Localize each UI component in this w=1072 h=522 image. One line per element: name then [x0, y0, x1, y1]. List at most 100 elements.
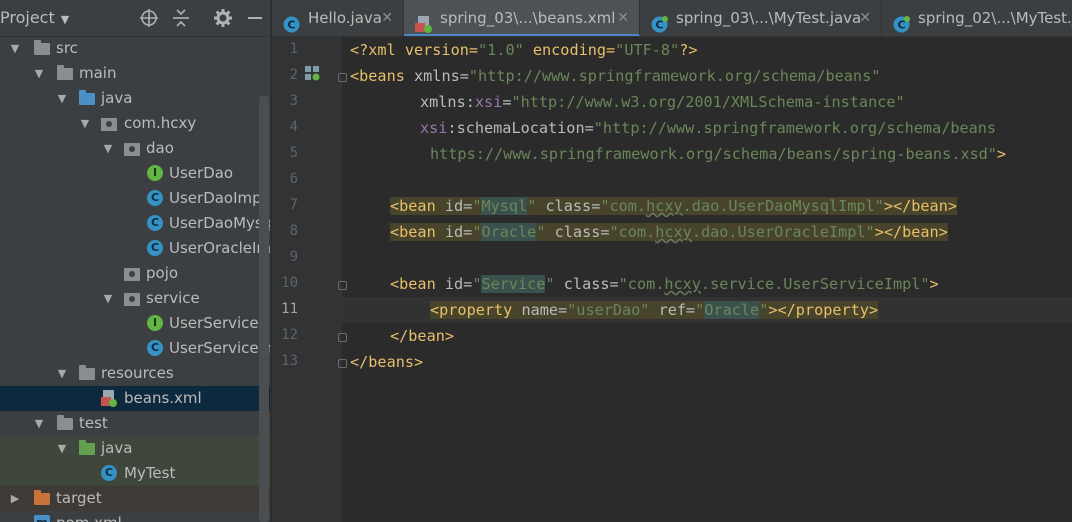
token: ref=	[649, 301, 696, 319]
xml-file-icon	[415, 10, 432, 33]
token: <?xml version=	[350, 41, 479, 59]
tree-node-mytest[interactable]: C MyTest	[0, 461, 270, 486]
token: ?>	[679, 41, 698, 59]
tree-node-label: pojo	[146, 264, 179, 282]
token: Mysql	[481, 197, 528, 215]
chevron-down-icon[interactable]: ▼	[32, 411, 46, 436]
svg-text:C: C	[897, 19, 905, 32]
tree-node-userdaomysql[interactable]: C UserDaoMysq	[0, 211, 271, 236]
code-area[interactable]: <?xml version="1.0" encoding="UTF-8"?> <…	[342, 37, 1072, 522]
tree-node-label: UserDaoMysq	[169, 214, 271, 232]
chevron-down-icon[interactable]: ▼	[78, 111, 92, 136]
tree-node-userservice[interactable]: I UserService	[0, 311, 270, 336]
chevron-down-icon[interactable]: ▼	[101, 286, 115, 311]
chevron-down-icon[interactable]: ▼	[55, 436, 69, 461]
token: hcxy	[646, 197, 683, 215]
code-line-12: </bean>	[342, 323, 1072, 349]
tree-node-userserviceimpl[interactable]: C UserServiceIm	[0, 336, 271, 361]
project-scrollbar[interactable]	[259, 96, 269, 522]
tree-node-src[interactable]: ▼ src	[0, 36, 270, 61]
code-line-2: <beans xmlns="http://www.springframework…	[342, 63, 1072, 89]
tree-node-label: MyTest	[124, 464, 176, 482]
gear-icon[interactable]	[213, 8, 233, 28]
xml-file-icon	[101, 390, 117, 407]
line-number: 13	[281, 353, 298, 369]
token: "http://www.springframework.org/schema/b…	[593, 119, 997, 137]
token: ></bean>	[874, 223, 948, 241]
tree-node-service[interactable]: ▼ service	[0, 286, 270, 311]
token: Service	[481, 275, 546, 293]
tree-node-label: java	[101, 439, 133, 457]
token: <bean	[390, 223, 445, 241]
spring-bean-gutter-icon[interactable]	[305, 66, 320, 81]
project-view-selector[interactable]: Project ▼	[0, 8, 69, 27]
code-line-5: https://www.springframework.org/schema/b…	[342, 141, 1072, 167]
svg-text:C: C	[287, 19, 295, 32]
test-class-icon: C	[651, 10, 668, 33]
token: xsi	[420, 119, 448, 137]
code-editor[interactable]: 1 2 3 4 5 6 7 8 9 10 11 12 13 <?xml vers…	[272, 37, 1072, 522]
token: <beans	[350, 67, 415, 85]
token: class=	[545, 197, 601, 215]
token: https://www.springframework.org/schema/b…	[430, 145, 997, 163]
code-line-8: <bean id="Oracle" class="com.hcxy.dao.Us…	[342, 219, 1072, 245]
tree-node-label: service	[146, 289, 200, 307]
tree-node-userdao[interactable]: I UserDao	[0, 161, 270, 186]
collapse-all-icon[interactable]	[171, 8, 191, 28]
minimize-icon[interactable]	[245, 8, 265, 28]
excluded-folder-icon	[34, 490, 50, 505]
folder-icon	[57, 65, 73, 80]
tree-node-com-hcxy[interactable]: ▼ com.hcxy	[0, 111, 270, 136]
line-number: 5	[289, 145, 298, 161]
chevron-right-icon[interactable]: ▶	[8, 486, 22, 511]
package-icon	[124, 143, 140, 156]
token: .dao.UserOracleImpl"	[691, 223, 875, 241]
close-icon[interactable]: ✕	[617, 0, 629, 36]
folder-icon	[34, 40, 50, 55]
locate-icon[interactable]	[139, 8, 159, 28]
tree-node-main[interactable]: ▼ main	[0, 61, 270, 86]
token: id=	[444, 275, 473, 293]
code-line-10: <bean id="Service" class="com.hcxy.servi…	[342, 271, 1072, 297]
tab-mytest-spring02[interactable]: C spring_02\...\MyTest.ja	[882, 0, 1072, 36]
tree-node-label: UserDao	[169, 164, 234, 182]
token: xmlns=	[414, 67, 469, 85]
tree-node-dao[interactable]: ▼ dao	[0, 136, 270, 161]
editor-gutter[interactable]: 1 2 3 4 5 6 7 8 9 10 11 12 13	[272, 37, 347, 522]
chevron-down-icon[interactable]: ▼	[55, 361, 69, 386]
tree-node-java[interactable]: ▼ java	[0, 86, 270, 111]
token: </bean>	[390, 327, 455, 345]
chevron-down-icon[interactable]: ▼	[55, 86, 69, 111]
chevron-down-icon[interactable]: ▼	[32, 61, 46, 86]
tab-mytest-spring03[interactable]: C spring_03\...\MyTest.java ✕	[640, 0, 882, 36]
tree-node-label: UserServiceIm	[169, 339, 271, 357]
tree-node-resources[interactable]: ▼ resources	[0, 361, 270, 386]
code-line-1: <?xml version="1.0" encoding="UTF-8"?>	[342, 37, 1072, 63]
close-icon[interactable]: ✕	[859, 0, 871, 36]
tree-node-label: UserOracleImp	[169, 239, 271, 257]
token: >	[996, 145, 1007, 163]
tab-beans-xml[interactable]: spring_03\...\beans.xml ✕	[404, 0, 640, 36]
close-icon[interactable]: ✕	[381, 0, 393, 36]
tree-node-test-java[interactable]: ▼ java	[0, 436, 270, 461]
tree-node-pom-xml[interactable]: m pom.xml	[0, 511, 270, 522]
tree-node-target[interactable]: ▶ target	[0, 486, 270, 511]
token: "com.	[609, 223, 656, 241]
token: class=	[563, 275, 619, 293]
chevron-down-icon[interactable]: ▼	[8, 36, 22, 61]
token: ></property>	[768, 301, 879, 319]
tab-hello-java[interactable]: C Hello.java ✕	[272, 0, 404, 36]
tree-node-test[interactable]: ▼ test	[0, 411, 270, 436]
line-number: 12	[281, 327, 298, 343]
tree-node-beans-xml[interactable]: beans.xml	[0, 386, 270, 411]
tree-node-useroracleimpl[interactable]: C UserOracleImp	[0, 236, 271, 261]
class-icon: C	[147, 240, 163, 256]
tree-node-pojo[interactable]: pojo	[0, 261, 270, 286]
token: hcxy	[664, 275, 701, 293]
token: :schemaLocation=	[447, 119, 594, 137]
token: </beans>	[350, 353, 424, 371]
token: id=	[444, 197, 473, 215]
chevron-down-icon[interactable]: ▼	[101, 136, 115, 161]
tree-node-userdaoimpl[interactable]: C UserDaoImpl	[0, 186, 270, 211]
token: "1.0"	[478, 41, 524, 59]
